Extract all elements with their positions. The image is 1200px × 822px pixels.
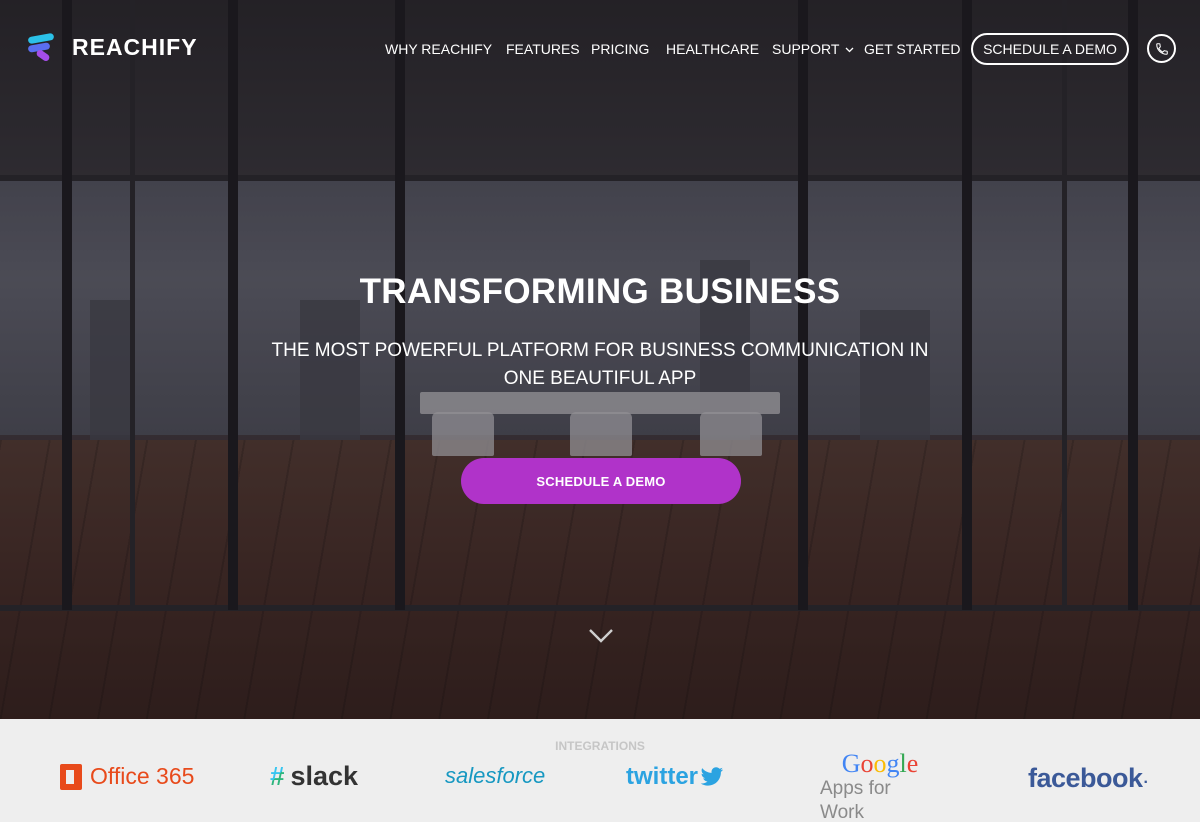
nav-item-support[interactable]: SUPPORT <box>772 41 854 57</box>
hero-headline: TRANSFORMING BUSINESS <box>359 272 841 311</box>
chevron-down-icon <box>845 47 854 53</box>
nav-item-pricing[interactable]: PRICING <box>591 41 649 57</box>
nav-item-why-reachify[interactable]: WHY REACHIFY <box>385 41 492 57</box>
twitter-logo: twitter <box>626 763 724 791</box>
logo-text: REACHIFY <box>72 33 198 60</box>
slack-icon: # <box>270 761 285 791</box>
salesforce-logo-text: salesforce <box>445 763 546 788</box>
facebook-logo: facebook. <box>1028 763 1148 793</box>
google-apps-subtitle: Apps for Work <box>820 778 891 822</box>
google-logo-text: Google <box>841 749 919 778</box>
twitter-logo-text: twitter <box>626 763 698 790</box>
chevron-down-icon[interactable] <box>588 626 614 646</box>
nav-item-healthcare[interactable]: HEALTHCARE <box>666 41 759 57</box>
nav-item-features[interactable]: FEATURES <box>506 41 580 57</box>
hero-subline: THE MOST POWERFUL PLATFORM FOR BUSINESS … <box>271 340 929 389</box>
integrations-title: INTEGRATIONS <box>555 739 645 753</box>
slack-logo-text: slack <box>290 761 359 791</box>
nav-schedule-demo-button[interactable]: SCHEDULE A DEMO <box>971 33 1129 65</box>
logo[interactable]: REACHIFY <box>26 30 198 64</box>
phone-icon <box>1155 42 1168 55</box>
integrations-section: INTEGRATIONS Office 365 # slack salesfor… <box>0 719 1200 822</box>
office-icon <box>60 763 82 790</box>
office365-logo-text: Office 365 <box>90 763 195 789</box>
salesforce-logo: salesforce <box>445 763 545 789</box>
slack-logo: # slack <box>270 761 358 792</box>
office365-logo: Office 365 <box>60 763 194 790</box>
reachify-logo-icon <box>26 32 60 63</box>
nav-item-support-label: SUPPORT <box>772 41 840 57</box>
facebook-logo-text: facebook <box>1028 763 1143 793</box>
hero-schedule-demo-button[interactable]: SCHEDULE A DEMO <box>461 458 741 504</box>
phone-button[interactable] <box>1147 34 1176 63</box>
twitter-bird-icon <box>700 767 723 786</box>
nav-item-get-started[interactable]: GET STARTED <box>864 41 960 57</box>
google-apps-logo: Google Apps for Work <box>820 751 940 822</box>
